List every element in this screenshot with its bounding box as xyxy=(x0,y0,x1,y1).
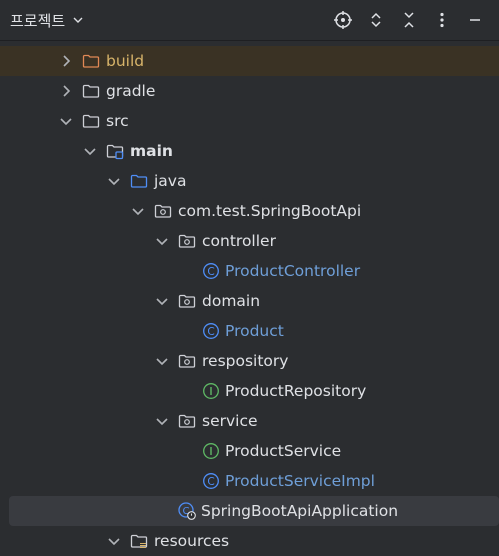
tree-node-product-controller[interactable]: C ProductController xyxy=(0,256,499,286)
folder-icon xyxy=(82,84,100,98)
package-icon xyxy=(178,234,196,248)
excluded-folder-icon xyxy=(82,54,100,68)
package-icon xyxy=(178,294,196,308)
chevron-right-icon[interactable] xyxy=(58,83,74,99)
tree-node-java[interactable]: java xyxy=(0,166,499,196)
package-icon xyxy=(178,354,196,368)
interface-icon xyxy=(203,443,219,459)
minimize-icon xyxy=(469,19,480,21)
hide-toolwindow-button[interactable] xyxy=(458,4,491,36)
options-menu-button[interactable] xyxy=(425,4,458,36)
class-icon: C xyxy=(203,323,219,339)
tree-node-application[interactable]: C SpringBootApiApplication xyxy=(9,496,499,526)
chevron-right-icon[interactable] xyxy=(58,53,74,69)
chevron-down-icon[interactable] xyxy=(106,173,122,189)
chevron-down-icon[interactable] xyxy=(154,293,170,309)
chevron-down-icon[interactable] xyxy=(154,233,170,249)
tree-node-label: build xyxy=(106,52,145,70)
tree-node-label: src xyxy=(106,112,129,130)
class-icon: C xyxy=(203,263,219,279)
tree-node-respository[interactable]: respository xyxy=(0,346,499,376)
svg-text:C: C xyxy=(207,326,214,338)
tree-node-label: ProductController xyxy=(225,262,361,280)
tree-node-label: service xyxy=(202,412,258,430)
chevron-down-icon xyxy=(73,17,83,23)
tree-node-main[interactable]: main xyxy=(0,136,499,166)
expand-all-button[interactable] xyxy=(359,4,392,36)
tree-node-label: gradle xyxy=(106,82,156,100)
expand-all-icon xyxy=(370,12,381,28)
chevron-down-icon[interactable] xyxy=(130,203,146,219)
crosshair-icon xyxy=(333,11,352,29)
class-icon: C xyxy=(203,473,219,489)
project-toolwindow-header: 프로젝트 xyxy=(0,0,499,41)
tree-node-label: ProductServiceImpl xyxy=(225,472,375,490)
chevron-down-icon[interactable] xyxy=(154,353,170,369)
tree-node-product-repository[interactable]: ProductRepository xyxy=(0,376,499,406)
collapse-all-button[interactable] xyxy=(392,4,425,36)
svg-text:C: C xyxy=(207,476,214,488)
tree-node-label: main xyxy=(130,142,173,160)
tree-node-label: com.test.SpringBootApi xyxy=(178,202,362,220)
tree-node-label: SpringBootApiApplication xyxy=(201,502,399,520)
spring-boot-class-icon: C xyxy=(178,502,196,520)
tree-node-controller[interactable]: controller xyxy=(0,226,499,256)
chevron-down-icon[interactable] xyxy=(154,413,170,429)
tree-node-product-service-impl[interactable]: C ProductServiceImpl xyxy=(0,466,499,496)
tree-node-service[interactable]: service xyxy=(0,406,499,436)
tree-node-resources[interactable]: resources xyxy=(0,526,499,556)
module-folder-icon xyxy=(106,144,124,160)
tree-node-label: resources xyxy=(154,532,230,550)
resources-folder-icon xyxy=(130,534,148,549)
tree-node-label: respository xyxy=(202,352,289,370)
tree-node-label: Product xyxy=(225,322,284,340)
tree-node-label: ProductService xyxy=(225,442,342,460)
chevron-down-icon[interactable] xyxy=(82,143,98,159)
more-vertical-icon xyxy=(439,12,444,28)
tree-node-label: ProductRepository xyxy=(225,382,367,400)
package-icon xyxy=(178,414,196,428)
tree-node-label: domain xyxy=(202,292,261,310)
project-title: 프로젝트 xyxy=(10,11,66,30)
tree-node-domain[interactable]: domain xyxy=(0,286,499,316)
tree-node-label: controller xyxy=(202,232,276,250)
project-view-selector[interactable]: 프로젝트 xyxy=(10,10,85,31)
collapse-all-icon xyxy=(403,12,414,28)
tree-node-label: java xyxy=(154,172,187,190)
tree-node-build[interactable]: build xyxy=(0,46,499,76)
select-opened-file-button[interactable] xyxy=(326,4,359,36)
package-icon xyxy=(154,204,172,218)
tree-node-product[interactable]: C Product xyxy=(0,316,499,346)
chevron-down-icon[interactable] xyxy=(106,533,122,549)
source-folder-icon xyxy=(130,174,148,188)
folder-icon xyxy=(82,114,100,128)
svg-text:C: C xyxy=(207,266,214,278)
tree-node-src[interactable]: src xyxy=(0,106,499,136)
tree-node-product-service[interactable]: ProductService xyxy=(0,436,499,466)
tree-node-gradle[interactable]: gradle xyxy=(0,76,499,106)
interface-icon xyxy=(203,383,219,399)
chevron-down-icon[interactable] xyxy=(58,113,74,129)
tree-node-package[interactable]: com.test.SpringBootApi xyxy=(0,196,499,226)
